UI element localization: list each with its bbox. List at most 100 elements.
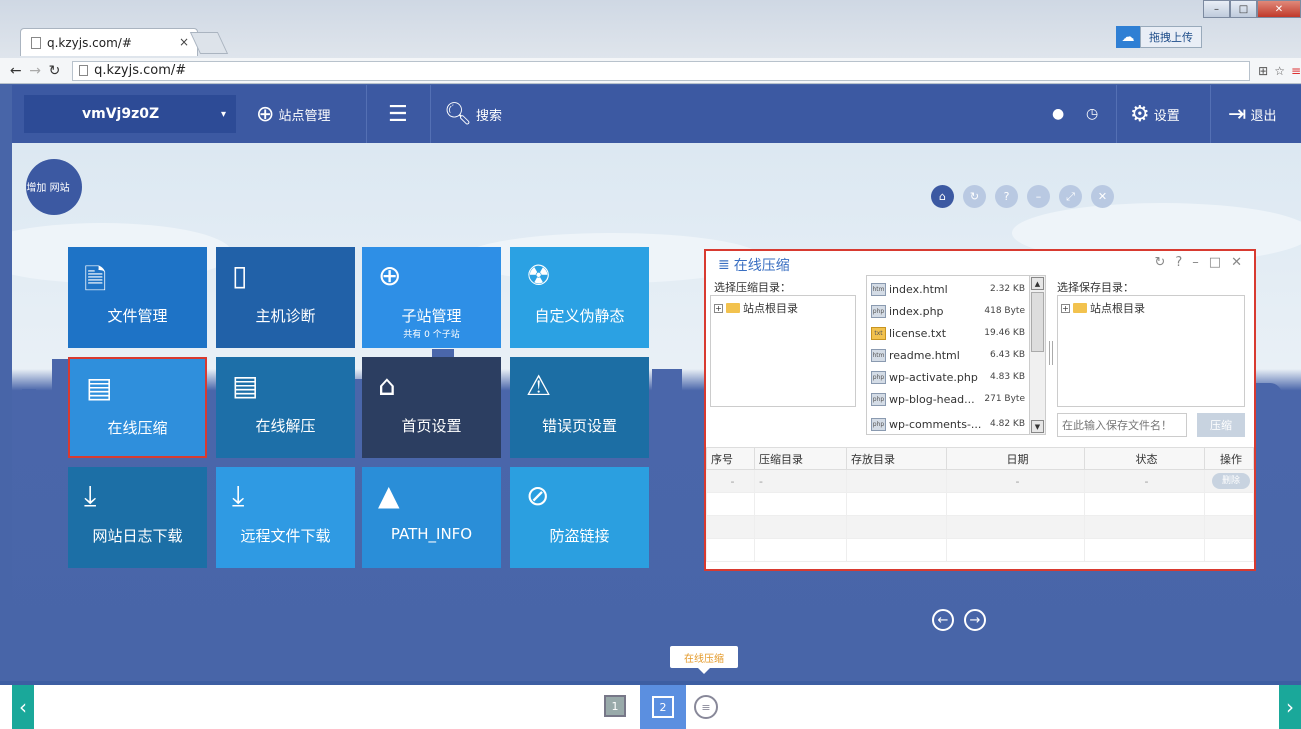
arrow-left-icon[interactable]: ← bbox=[932, 609, 954, 631]
list-item[interactable]: txt license.txt 19.46 KB bbox=[871, 324, 1025, 342]
tab-title: q.kzyjs.com/# bbox=[47, 35, 132, 50]
warning-icon: ⚠ bbox=[526, 369, 552, 402]
file-size: 6.43 KB bbox=[990, 350, 1025, 360]
tile-custom-rewrite[interactable]: ☢ 自定义伪静态 bbox=[510, 247, 649, 348]
refresh-icon[interactable]: ↻ bbox=[963, 185, 986, 208]
tile-online-extract[interactable]: ▤ 在线解压 bbox=[216, 357, 355, 458]
list-item[interactable]: php index.php 418 Byte bbox=[871, 302, 1025, 320]
maximize-icon[interactable]: □ bbox=[1209, 255, 1221, 270]
file-list-scrollbar[interactable]: ▲ ▼ bbox=[1029, 276, 1045, 434]
tile-host-diagnosis[interactable]: ▯ 主机诊断 bbox=[216, 247, 355, 348]
next-arrow-icon[interactable]: › bbox=[1279, 685, 1301, 729]
tile-label: 远程文件下载 bbox=[240, 527, 331, 545]
file-name: wp-blog-head... bbox=[889, 392, 975, 406]
compress-button[interactable]: 压缩 bbox=[1197, 413, 1245, 437]
tile-label: 子站管理 bbox=[401, 307, 462, 325]
tile-path-info[interactable]: ▲ PATH_INFO bbox=[362, 467, 501, 568]
expand-icon[interactable]: + bbox=[1061, 303, 1070, 313]
tile-subsite-manager[interactable]: ⊕ 子站管理 共有 0 个子站 bbox=[362, 247, 501, 348]
source-dir-tree[interactable]: + 站点根目录 bbox=[710, 295, 856, 407]
tree-item-root[interactable]: + 站点根目录 bbox=[714, 300, 798, 316]
pager-arrows: ← → bbox=[932, 609, 986, 631]
list-icon[interactable]: ≡ bbox=[694, 695, 718, 719]
expand-icon[interactable]: + bbox=[714, 303, 723, 313]
browser-titlebar: q.kzyjs.com/# × ☁ 拖拽上传 – □ ✕ bbox=[0, 0, 1301, 58]
add-site-button[interactable]: 增加 网站 bbox=[26, 159, 82, 215]
scroll-thumb[interactable] bbox=[1031, 292, 1044, 352]
refresh-icon[interactable]: ↻ bbox=[1154, 255, 1165, 270]
home-icon[interactable]: ⌂ bbox=[931, 185, 954, 208]
logout-button[interactable]: ⇥ 退出 bbox=[1228, 85, 1276, 143]
tree-item-root[interactable]: + 站点根目录 bbox=[1061, 300, 1145, 316]
translate-icon[interactable]: ⊞ bbox=[1258, 64, 1268, 78]
url-input[interactable]: q.kzyjs.com/# bbox=[72, 60, 1251, 81]
tile-file-manager[interactable]: 🗎 文件管理 bbox=[68, 247, 207, 348]
forward-icon[interactable]: → bbox=[25, 63, 44, 79]
globe-icon: ⊕ bbox=[256, 101, 275, 127]
file-list[interactable]: htm index.html 2.32 KB php index.php 418… bbox=[866, 275, 1046, 435]
close-icon[interactable]: ✕ bbox=[1231, 255, 1242, 270]
chat-button[interactable]: ● bbox=[1052, 85, 1068, 143]
reload-icon[interactable]: ↻ bbox=[45, 63, 64, 79]
cell-status: - bbox=[1084, 469, 1205, 493]
menu-icon[interactable]: ≡ bbox=[1291, 64, 1301, 78]
col-header: 状态 bbox=[1084, 447, 1205, 470]
tile-label: 文件管理 bbox=[107, 307, 168, 325]
page-2-button[interactable]: 2 bbox=[640, 685, 686, 729]
window-close-icon[interactable]: ✕ bbox=[1257, 0, 1301, 18]
file-size: 2.32 KB bbox=[990, 284, 1025, 294]
site-selector[interactable]: vmVj9z0Z ▾ bbox=[24, 95, 236, 133]
tile-hotlink-protection[interactable]: ⊘ 防盗链接 bbox=[510, 467, 649, 568]
page-1-button[interactable]: 1 bbox=[604, 695, 626, 717]
prev-arrow-icon[interactable]: ‹ bbox=[12, 685, 34, 729]
list-menu-button[interactable]: ☰ bbox=[388, 85, 412, 143]
scroll-down-icon[interactable]: ▼ bbox=[1031, 420, 1044, 433]
save-filename-input[interactable] bbox=[1057, 413, 1187, 437]
settings-button[interactable]: ⚙ 设置 bbox=[1130, 85, 1180, 143]
list-item[interactable]: php wp-comments-... 4.82 KB bbox=[871, 412, 1025, 434]
php-file-icon: php bbox=[871, 370, 886, 384]
scroll-up-icon[interactable]: ▲ bbox=[1031, 277, 1044, 290]
list-item[interactable]: php wp-activate.php 4.83 KB bbox=[871, 368, 1025, 386]
pane-splitter[interactable] bbox=[1049, 341, 1053, 365]
tile-online-compress[interactable]: ▤ 在线压缩 bbox=[68, 357, 207, 458]
tile-remote-download[interactable]: ⤓ 远程文件下载 bbox=[216, 467, 355, 568]
minimize-icon[interactable]: – bbox=[1192, 255, 1199, 270]
help-icon[interactable]: ? bbox=[1175, 255, 1182, 270]
file-name: index.php bbox=[889, 304, 944, 318]
logout-label: 退出 bbox=[1250, 108, 1277, 124]
minimize-icon[interactable]: – bbox=[1203, 0, 1230, 18]
list-item[interactable]: htm index.html 2.32 KB bbox=[871, 280, 1025, 298]
tile-error-page-settings[interactable]: ⚠ 错误页设置 bbox=[510, 357, 649, 458]
cone-icon: ▲ bbox=[378, 479, 400, 512]
tab-close-icon[interactable]: × bbox=[179, 35, 189, 49]
drag-upload-button[interactable]: ☁ 拖拽上传 bbox=[1116, 26, 1202, 48]
help-icon[interactable]: ? bbox=[995, 185, 1018, 208]
tile-homepage-settings[interactable]: ⌂ 首页设置 bbox=[362, 357, 501, 458]
site-manage-button[interactable]: ⊕ 站点管理 bbox=[256, 85, 330, 143]
tile-label: 错误页设置 bbox=[541, 417, 617, 435]
fullscreen-icon[interactable]: ⤢ bbox=[1059, 185, 1082, 208]
folder-label: 站点根目录 bbox=[1090, 302, 1145, 315]
app-navbar: vmVj9z0Z ▾ ⊕ 站点管理 ☰ 🔍︎ 搜索 ● ◷ ⚙ 设置 ⇥ 退出 bbox=[12, 85, 1301, 143]
minimize-icon[interactable]: – bbox=[1027, 185, 1050, 208]
file-size: 4.82 KB bbox=[990, 419, 1025, 429]
dest-dir-tree[interactable]: + 站点根目录 bbox=[1057, 295, 1245, 407]
arrow-right-icon[interactable]: → bbox=[964, 609, 986, 631]
close-icon[interactable]: ✕ bbox=[1091, 185, 1114, 208]
browser-tab[interactable]: q.kzyjs.com/# × bbox=[20, 28, 198, 56]
delete-button[interactable]: 删除 bbox=[1212, 473, 1250, 489]
star-icon[interactable]: ☆ bbox=[1274, 64, 1285, 78]
clock-button[interactable]: ◷ bbox=[1086, 85, 1102, 143]
url-text: q.kzyjs.com/# bbox=[94, 63, 187, 78]
drag-upload-label: 拖拽上传 bbox=[1140, 26, 1202, 48]
search-button[interactable]: 🔍︎ 搜索 bbox=[444, 85, 502, 143]
back-icon[interactable]: ← bbox=[6, 63, 25, 79]
gear-icon: ⚙ bbox=[1130, 101, 1150, 127]
list-item[interactable]: htm readme.html 6.43 KB bbox=[871, 346, 1025, 364]
maximize-icon[interactable]: □ bbox=[1230, 0, 1257, 18]
task-table: 序号 压缩目录 存放目录 日期 状态 操作 - - - - 删除 bbox=[706, 447, 1254, 562]
panel-controls: ⌂ ↻ ? – ⤢ ✕ bbox=[931, 185, 1114, 208]
list-item[interactable]: php wp-blog-head... 271 Byte bbox=[871, 390, 1025, 408]
tile-log-download[interactable]: ⤓ 网站日志下载 bbox=[68, 467, 207, 568]
